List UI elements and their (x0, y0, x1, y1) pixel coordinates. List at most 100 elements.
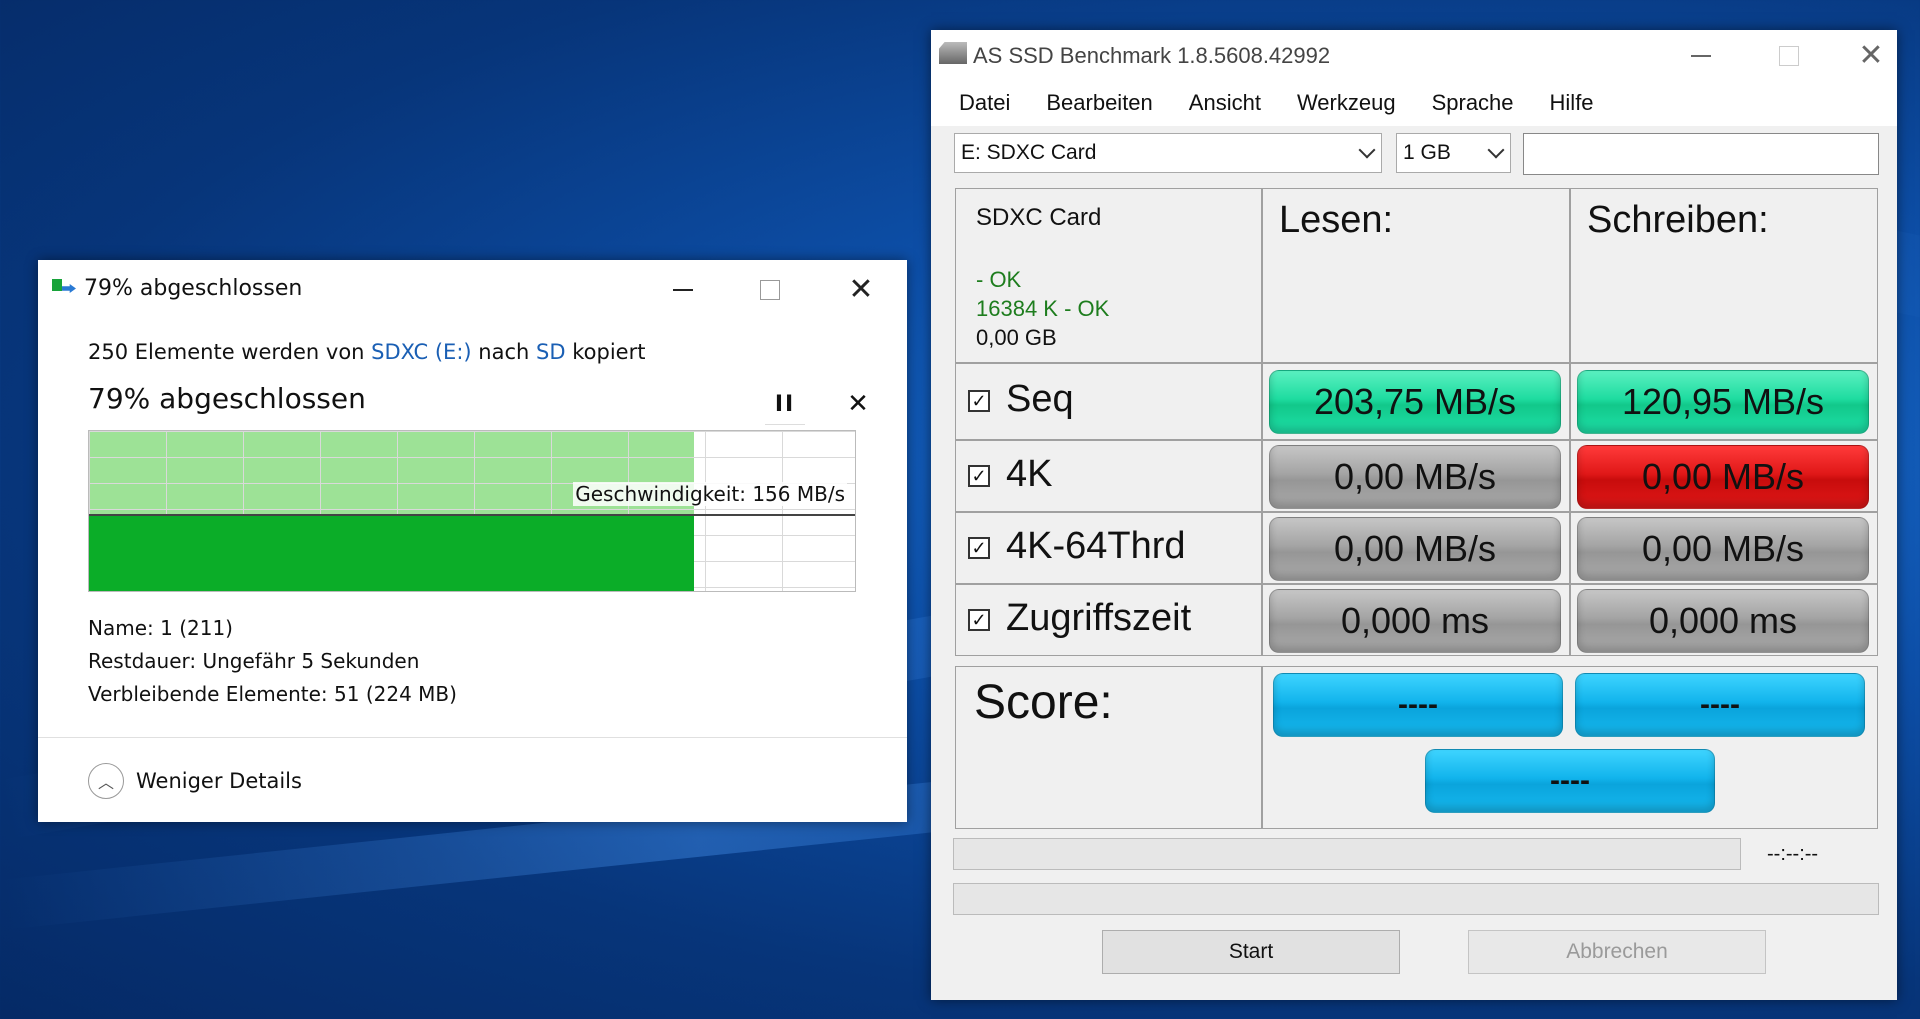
detail-remaining-items: Verbleibende Elemente: 51 (224 MB) (88, 682, 457, 706)
menu-hilfe[interactable]: Hilfe (1550, 90, 1594, 116)
seq-write-value: 120,95 MB/s (1577, 370, 1869, 434)
4k-write-value: 0,00 MB/s (1577, 445, 1869, 509)
row-access-time: ✓ Zugriffszeit (955, 584, 1262, 656)
4k-64thrd-checkbox[interactable]: ✓ (968, 537, 990, 559)
access-time-read-value: 0,000 ms (1269, 589, 1561, 653)
close-button[interactable]: ✕ (831, 268, 891, 312)
ssd-close-button[interactable]: ✕ (1851, 34, 1891, 78)
minimize-icon (673, 289, 693, 291)
menu-bearbeiten[interactable]: Bearbeiten (1046, 90, 1152, 116)
seq-write-cell: 120,95 MB/s (1570, 363, 1878, 440)
less-details-label: Weniger Details (136, 769, 302, 793)
close-icon: ✕ (1858, 39, 1884, 72)
chevron-up-icon: ︿ (88, 763, 124, 799)
access-time-label: Zugriffszeit (1006, 597, 1192, 639)
4k-64thrd-write-value: 0,00 MB/s (1577, 517, 1869, 581)
speed-label: Geschwindigkeit: 156 MB/s (573, 482, 847, 507)
detail-remaining-time: Restdauer: Ungefähr 5 Sekunden (88, 649, 419, 673)
score-label: Score: (974, 676, 1113, 729)
4k-checkbox[interactable]: ✓ (968, 465, 990, 487)
copy-icon (52, 277, 78, 297)
maximize-button[interactable] (740, 268, 800, 312)
menu-sprache[interactable]: Sprache (1432, 90, 1514, 116)
drive-info-panel: SDXC Card - OK 16384 K - OK 0,00 GB (955, 188, 1262, 363)
pause-button[interactable]: II (765, 384, 805, 425)
score-read-value: ---- (1273, 673, 1563, 737)
score-write-value: ---- (1575, 673, 1865, 737)
size-select[interactable]: 1 GB (1396, 133, 1511, 173)
write-header-panel: Schreiben: (1570, 188, 1878, 363)
score-total-value: ---- (1425, 749, 1715, 813)
read-header-panel: Lesen: (1262, 188, 1570, 363)
menu-datei[interactable]: Datei (959, 90, 1010, 116)
summary-connector: nach (478, 340, 530, 364)
overall-progress-bar (953, 883, 1879, 915)
seq-read-cell: 203,75 MB/s (1262, 363, 1570, 440)
copy-dialog-title-text: 79% abgeschlossen (84, 276, 303, 301)
check-icon: ✓ (971, 466, 987, 486)
copy-progress-dialog: 79% abgeschlossen ✕ 250 Elemente werden … (38, 260, 907, 822)
destination-link[interactable]: SD (536, 340, 566, 364)
maximize-icon (1779, 46, 1799, 66)
less-details-button[interactable]: ︿ Weniger Details (88, 763, 302, 799)
start-button[interactable]: Start (1102, 930, 1400, 974)
copy-dialog-title: 79% abgeschlossen (52, 276, 302, 301)
ssd-minimize-button[interactable] (1671, 34, 1731, 78)
drive-name: SDXC Card (976, 204, 1102, 231)
write-column-header: Schreiben: (1587, 199, 1769, 241)
4k-write-cell: 0,00 MB/s (1570, 440, 1878, 512)
seq-label: Seq (1006, 378, 1074, 420)
name-value: 1 (211) (160, 616, 233, 640)
summary-prefix: 250 Elemente werden von (88, 340, 365, 364)
remaining-items-label: Verbleibende Elemente: (88, 682, 328, 706)
access-time-checkbox[interactable]: ✓ (968, 609, 990, 631)
ssd-maximize-button[interactable] (1759, 34, 1819, 78)
drive-size: 0,00 GB (976, 325, 1057, 350)
chevron-down-icon (1358, 141, 1376, 159)
benchmark-progress-bar (953, 838, 1741, 870)
name-label: Name: (88, 616, 154, 640)
check-icon: ✓ (971, 538, 987, 558)
cancel-icon: ✕ (847, 389, 869, 419)
access-time-write-value: 0,000 ms (1577, 589, 1869, 653)
progress-heading: 79% abgeschlossen (88, 382, 366, 415)
ssd-window-title: AS SSD Benchmark 1.8.5608.42992 (973, 43, 1331, 68)
seq-checkbox[interactable]: ✓ (968, 390, 990, 412)
menubar: Datei Bearbeiten Ansicht Werkzeug Sprach… (931, 80, 1897, 126)
menu-werkzeug[interactable]: Werkzeug (1297, 90, 1396, 116)
remaining-items-value: 51 (224 MB) (334, 682, 457, 706)
drive-status-2: 16384 K - OK (976, 296, 1110, 321)
info-field[interactable] (1523, 133, 1879, 175)
drive-select[interactable]: E: SDXC Card (954, 133, 1382, 173)
minimize-button[interactable] (653, 268, 713, 312)
4k-64thrd-read-cell: 0,00 MB/s (1262, 512, 1570, 584)
4k-label: 4K (1006, 453, 1053, 495)
close-icon: ✕ (848, 272, 874, 307)
cancel-copy-button[interactable]: ✕ (838, 384, 878, 424)
read-column-header: Lesen: (1279, 199, 1394, 241)
ssd-titlebar: AS SSD Benchmark 1.8.5608.42992 ✕ (931, 30, 1897, 80)
drive-app-icon (939, 42, 967, 64)
row-seq: ✓ Seq (955, 363, 1262, 440)
drive-select-value: E: SDXC Card (961, 141, 1097, 164)
maximize-icon (760, 280, 780, 300)
4k-64thrd-write-cell: 0,00 MB/s (1570, 512, 1878, 584)
copy-summary: 250 Elemente werden von SDXC (E:) nach S… (88, 340, 645, 364)
drive-status-1: - OK (976, 267, 1022, 292)
minimize-icon (1691, 55, 1711, 57)
4k-read-value: 0,00 MB/s (1269, 445, 1561, 509)
summary-suffix: kopiert (572, 340, 646, 364)
remaining-time-label: Restdauer: (88, 649, 197, 673)
transfer-speed-graph: Geschwindigkeit: 156 MB/s (88, 430, 856, 592)
as-ssd-window: AS SSD Benchmark 1.8.5608.42992 ✕ Datei … (931, 30, 1897, 1000)
access-time-read-cell: 0,000 ms (1262, 584, 1570, 656)
chevron-down-icon (1487, 141, 1505, 159)
speed-line (89, 514, 855, 517)
abort-button[interactable]: Abbrechen (1468, 930, 1766, 974)
source-link[interactable]: SDXC (E:) (371, 340, 471, 364)
score-panel: ---- ---- ---- (1262, 666, 1878, 829)
elapsed-time: --:--:-- (1767, 843, 1819, 865)
pause-icon: II (774, 391, 796, 417)
menu-ansicht[interactable]: Ansicht (1189, 90, 1261, 116)
speed-area (89, 515, 695, 591)
